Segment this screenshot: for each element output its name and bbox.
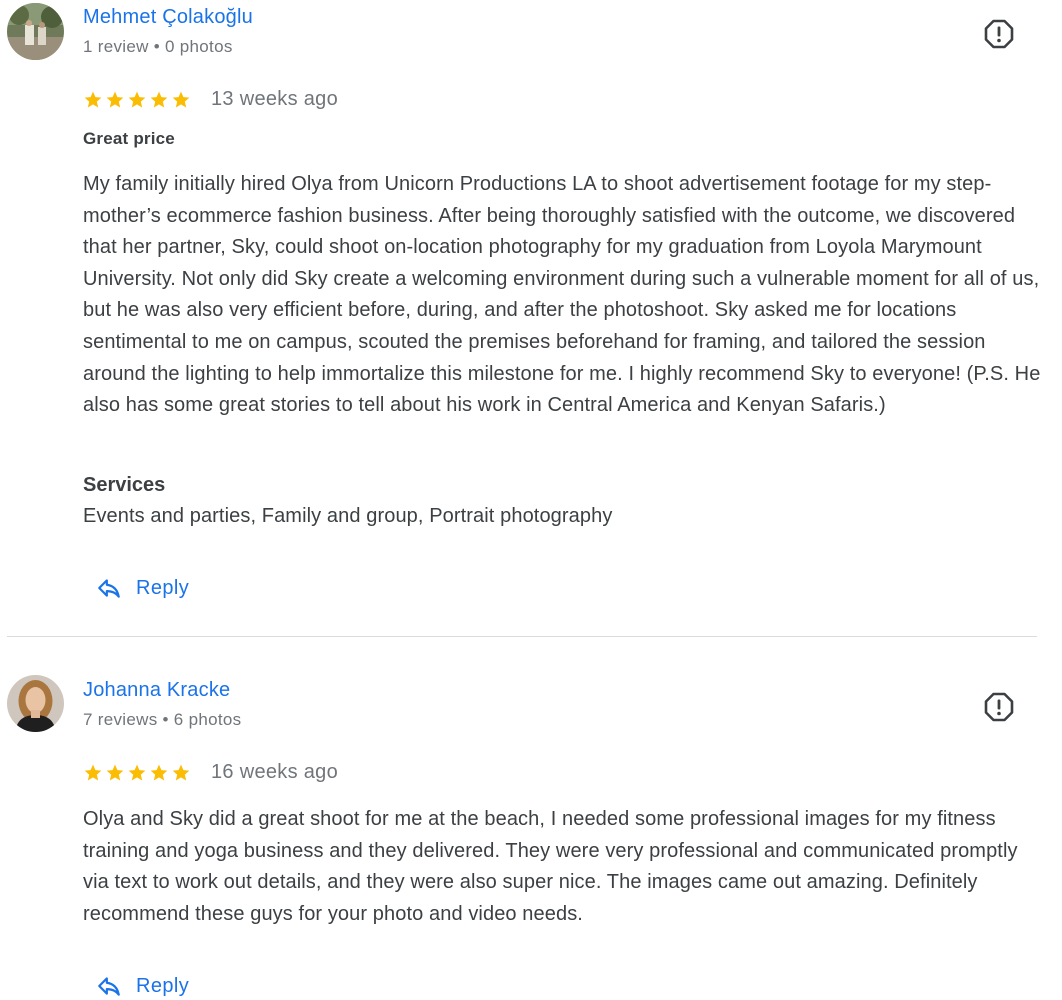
star-rating — [83, 90, 191, 110]
report-flag-icon[interactable] — [983, 691, 1015, 723]
star-rating — [83, 763, 191, 783]
star-icon — [128, 764, 146, 780]
star-icon — [172, 91, 190, 107]
star-icon — [84, 764, 102, 780]
review-time: 16 weeks ago — [211, 761, 339, 783]
reply-label: Reply — [136, 974, 190, 997]
review-divider — [7, 636, 1037, 637]
reviewer-avatar[interactable] — [7, 675, 64, 732]
reply-arrow-icon — [98, 579, 120, 598]
review-title: Great price — [83, 129, 175, 148]
reviewer-avatar[interactable] — [7, 3, 64, 60]
star-icon — [84, 91, 102, 107]
star-icon — [172, 764, 190, 780]
star-icon — [106, 91, 124, 107]
services-label: Services — [83, 474, 166, 496]
reviewer-stats: 1 review • 0 photos — [83, 37, 233, 56]
reply-button[interactable]: Reply — [96, 973, 189, 999]
review-text: My family initially hired Olya from Unic… — [83, 173, 1041, 417]
star-icon — [106, 764, 124, 780]
star-icon — [150, 764, 168, 780]
reply-arrow-icon — [98, 977, 120, 996]
review-text: Olya and Sky did a great shoot for me at… — [83, 808, 1018, 925]
reviewer-name[interactable]: Mehmet Çolakoğlu — [83, 6, 253, 29]
review-time: 13 weeks ago — [211, 88, 339, 110]
reply-label: Reply — [136, 576, 190, 599]
star-icon — [128, 91, 146, 107]
services-value: Events and parties, Family and group, Po… — [83, 505, 613, 527]
report-flag-icon[interactable] — [983, 18, 1015, 50]
reviewer-name[interactable]: Johanna Kracke — [83, 679, 230, 702]
rating-row: 13 weeks ago — [83, 88, 338, 111]
reply-button[interactable]: Reply — [96, 575, 189, 601]
reviewer-stats: 7 reviews • 6 photos — [83, 710, 242, 729]
rating-row: 16 weeks ago — [83, 761, 338, 784]
star-icon — [150, 91, 168, 107]
